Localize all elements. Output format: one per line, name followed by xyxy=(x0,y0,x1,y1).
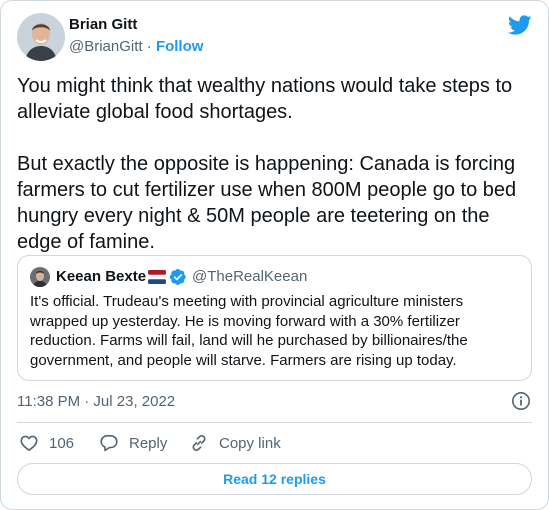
read-replies-button[interactable]: Read 12 replies xyxy=(17,463,532,495)
like-button[interactable]: 106 xyxy=(19,431,74,455)
meta-separator: · xyxy=(146,38,152,55)
link-icon xyxy=(192,435,206,451)
twitter-bird-icon[interactable] xyxy=(507,13,532,37)
quoted-author-name: Keean Bexte xyxy=(56,268,147,285)
verified-badge-icon xyxy=(169,268,187,286)
copy-link-button[interactable]: Copy link xyxy=(189,431,281,455)
quoted-author-handle: @TheRealKeean xyxy=(192,268,308,285)
quoted-tweet-text: It's official. Trudeau's meeting with pr… xyxy=(30,293,468,369)
action-divider xyxy=(17,422,532,423)
reply-button[interactable]: Reply xyxy=(99,431,167,455)
author-meta: @BrianGitt · Follow xyxy=(69,38,203,55)
like-count: 106 xyxy=(49,434,75,452)
tweet-timestamp[interactable]: 11:38 PM · Jul 23, 2022 xyxy=(17,393,175,410)
quoted-tweet[interactable]: Keean Bexte @TheRealKeean It's official.… xyxy=(17,255,532,381)
copy-link-label: Copy link xyxy=(219,434,281,452)
reply-label: Reply xyxy=(129,434,168,452)
info-icon[interactable] xyxy=(511,391,531,411)
heart-icon xyxy=(20,435,38,451)
follow-button[interactable]: Follow xyxy=(156,38,204,55)
embedded-tweet-card: Brian Gitt @BrianGitt · Follow You might… xyxy=(0,0,549,510)
speech-bubble-icon xyxy=(100,435,118,452)
author-name[interactable]: Brian Gitt xyxy=(69,16,137,33)
tweet-text: You might think that wealthy nations wou… xyxy=(17,75,517,253)
netherlands-flag-icon xyxy=(148,270,166,284)
author-handle[interactable]: @BrianGitt xyxy=(69,38,143,55)
author-avatar[interactable] xyxy=(17,13,65,61)
quoted-author-avatar xyxy=(30,267,50,287)
